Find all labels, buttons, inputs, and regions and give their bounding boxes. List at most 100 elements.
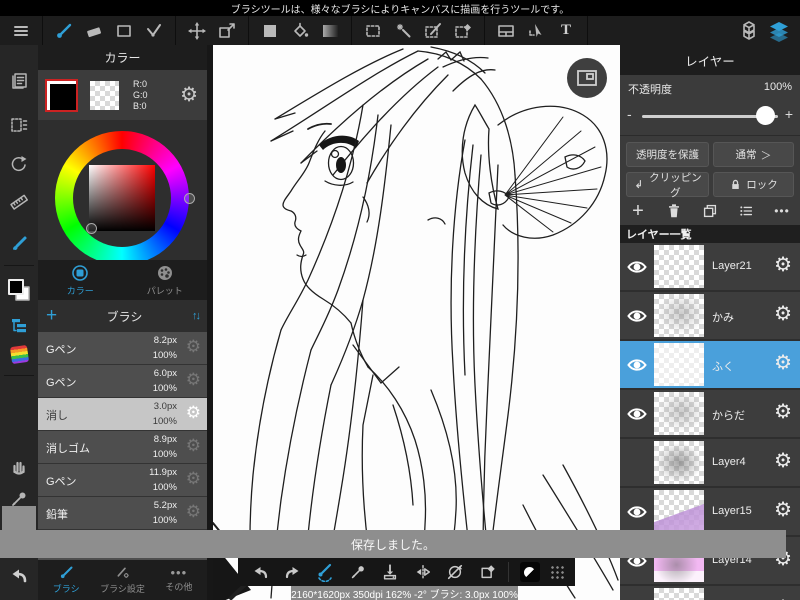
add-brush-button[interactable]: + (46, 305, 57, 327)
opacity-slider-knob[interactable] (756, 106, 775, 125)
brush-list-item[interactable]: 消しゴム 8.9px 100% ⚙ (38, 431, 207, 463)
layer-tree-icon[interactable] (0, 311, 38, 339)
drag-handle-icon[interactable] (550, 564, 565, 580)
fg-bg-color-swatch[interactable] (0, 273, 38, 307)
rect-select-tool-icon[interactable] (109, 18, 139, 44)
redo-button[interactable] (281, 560, 305, 584)
marquee-select-icon[interactable] (358, 18, 388, 44)
navigator-toggle-button[interactable] (567, 58, 607, 98)
layer-settings-gear-icon[interactable]: ⚙ (774, 304, 792, 324)
transparent-color-swatch[interactable] (90, 80, 119, 110)
layer-more-button[interactable]: ••• (769, 199, 795, 223)
sv-marker[interactable] (86, 223, 97, 234)
brush-list-item[interactable]: 消し 3.0px 100% ⚙ (38, 398, 207, 430)
layer-settings-gear-icon[interactable]: ⚙ (774, 451, 792, 471)
undo-button[interactable] (248, 560, 272, 584)
protect-alpha-button[interactable]: 透明度を保護 (626, 142, 709, 167)
save-toast: 保存しました。 (0, 530, 786, 558)
select-move-icon[interactable] (521, 18, 551, 44)
move-tool-icon[interactable] (182, 18, 212, 44)
brush-settings-gear-icon[interactable]: ⚙ (186, 404, 201, 421)
layer-row[interactable]: Layer21 ⚙ (620, 243, 800, 290)
tab-palette[interactable]: パレット (123, 260, 208, 300)
eye-icon[interactable] (626, 305, 648, 327)
ruler-icon[interactable] (0, 188, 38, 216)
layer-row[interactable]: かみ ⚙ (620, 292, 800, 339)
magic-wand-icon[interactable] (388, 18, 418, 44)
duplicate-layer-button[interactable] (697, 199, 723, 223)
opacity-row: 不透明度 100% (620, 81, 800, 97)
brush-list-item[interactable]: Gペン 6.0px 100% ⚙ (38, 365, 207, 397)
brush-settings-gear-icon[interactable]: ⚙ (186, 338, 201, 355)
material-cube-icon[interactable] (734, 18, 764, 44)
color-settings-gear-icon[interactable]: ⚙ (180, 85, 198, 105)
tab-brush-settings[interactable]: ブラシ設定 (94, 560, 150, 600)
layer-row[interactable]: からだ ⚙ (620, 390, 800, 437)
brush-list-item[interactable]: Gペン 8.2px 100% ⚙ (38, 332, 207, 364)
rainbow-material-icon[interactable] (0, 340, 38, 368)
eye-icon[interactable] (626, 256, 648, 278)
saturation-value-square[interactable] (89, 165, 155, 231)
layer-row[interactable]: Layer15 ⚙ (620, 488, 800, 535)
tab-color[interactable]: カラー (38, 260, 123, 300)
layer-row[interactable]: ふく ⚙ (620, 341, 800, 388)
rotate-reset-icon[interactable] (0, 150, 38, 178)
invert-display-button[interactable] (518, 560, 542, 584)
brush-settings-gear-icon[interactable]: ⚙ (186, 470, 201, 487)
color-swatch-icon[interactable] (255, 18, 285, 44)
brush-settings-gear-icon[interactable]: ⚙ (186, 503, 201, 520)
brush-opacity: 100% (152, 350, 177, 361)
rgb-g: G:0 (133, 89, 148, 100)
layer-settings-gear-icon[interactable]: ⚙ (774, 402, 792, 422)
select-layer-icon[interactable] (0, 111, 38, 139)
canvas-paper[interactable] (213, 45, 620, 600)
opacity-minus-button[interactable]: - (627, 106, 632, 122)
pages-icon[interactable] (0, 67, 38, 95)
blend-mode-button[interactable]: 通常 ＞ (713, 142, 794, 167)
brush-snap-button[interactable] (313, 560, 337, 584)
text-tool-icon[interactable]: T (551, 18, 581, 44)
select-eraser-icon[interactable] (448, 18, 478, 44)
clear-canvas-button[interactable] (476, 560, 500, 584)
hand-pan-icon[interactable] (0, 453, 38, 481)
layer-list-button[interactable] (733, 199, 759, 223)
eye-icon[interactable] (626, 403, 648, 425)
brush-settings-gear-icon[interactable]: ⚙ (186, 371, 201, 388)
brush-tool-icon[interactable] (49, 18, 79, 44)
eye-icon[interactable] (626, 354, 648, 376)
delete-layer-button[interactable] (661, 199, 687, 223)
save-button[interactable] (378, 560, 402, 584)
brush-settings-gear-icon[interactable]: ⚙ (186, 437, 201, 454)
opacity-plus-button[interactable]: + (785, 106, 793, 122)
gradient-tool-icon[interactable] (315, 18, 345, 44)
tab-brush[interactable]: ブラシ (38, 560, 94, 600)
tab-other[interactable]: ••• その他 (151, 560, 207, 600)
polyline-tool-icon[interactable] (139, 18, 169, 44)
eye-icon[interactable] (626, 501, 648, 523)
layers-panel-icon[interactable] (764, 18, 794, 44)
select-pen-icon[interactable] (418, 18, 448, 44)
hamburger-menu-icon[interactable] (6, 18, 36, 44)
brush-list-item[interactable]: 鉛筆 5.2px 100% ⚙ (38, 497, 207, 529)
layer-row[interactable]: Layer4 ⚙ (620, 439, 800, 486)
bucket-tool-icon[interactable] (285, 18, 315, 44)
material-brush-icon[interactable] (0, 229, 38, 257)
layer-row[interactable]: ⚙ (620, 586, 800, 600)
layer-settings-gear-icon[interactable]: ⚙ (774, 500, 792, 520)
panel-layout-icon[interactable] (491, 18, 521, 44)
eyedropper-button[interactable] (346, 560, 370, 584)
add-layer-button[interactable]: + (625, 199, 651, 223)
hue-marker[interactable] (184, 193, 195, 204)
layer-settings-gear-icon[interactable]: ⚙ (774, 255, 792, 275)
foreground-color-swatch[interactable] (45, 78, 78, 112)
lock-button[interactable]: ロック (713, 172, 794, 197)
eraser-tool-icon[interactable] (79, 18, 109, 44)
brush-list-item[interactable]: Gペン 11.9px 100% ⚙ (38, 464, 207, 496)
brush-sort-icon[interactable]: ↑↓ (192, 310, 201, 322)
layer-settings-gear-icon[interactable]: ⚙ (774, 353, 792, 373)
reset-rotation-button[interactable] (443, 560, 467, 584)
transform-tool-icon[interactable] (212, 18, 242, 44)
flip-horizontal-button[interactable] (411, 560, 435, 584)
undo-icon[interactable] (0, 562, 38, 590)
clipping-button[interactable]: クリッピング (626, 172, 709, 199)
